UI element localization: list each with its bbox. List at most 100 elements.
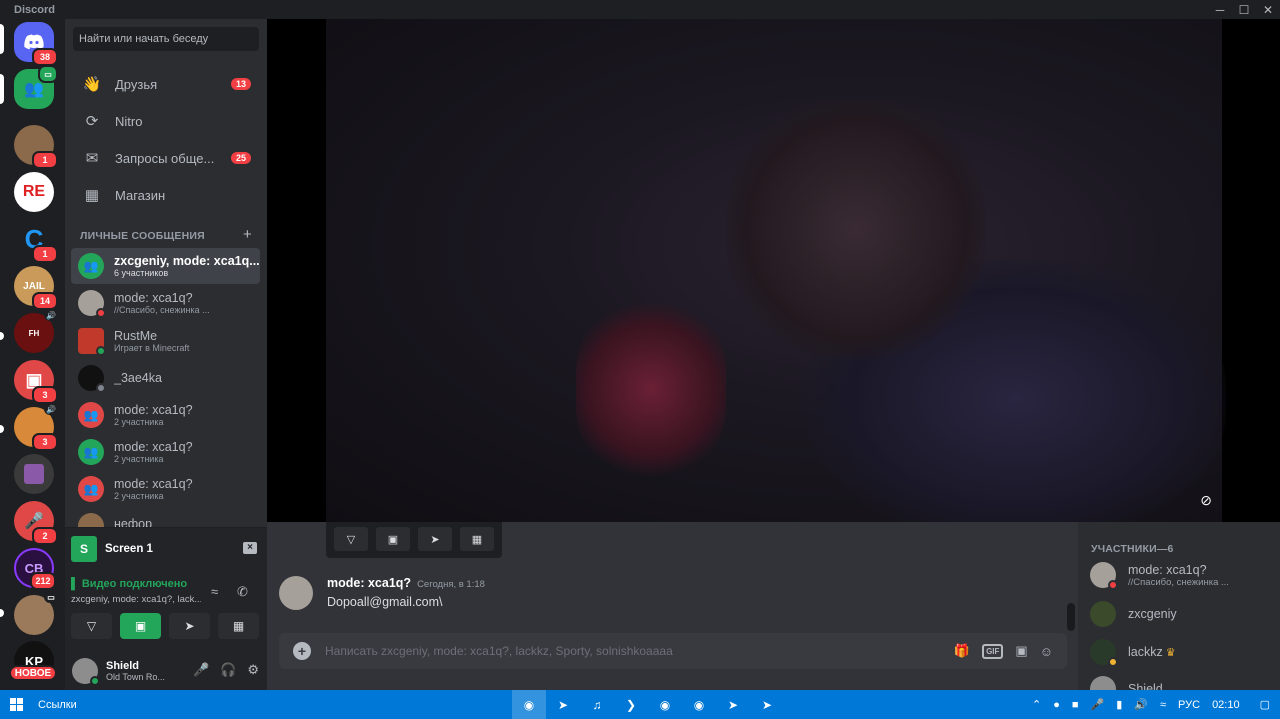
guild-anime-server[interactable]: 🔊 3: [14, 403, 58, 451]
dm-item[interactable]: нефор: [71, 509, 260, 527]
video-off-icon[interactable]: ⊘: [1200, 492, 1212, 509]
dm-item[interactable]: _3ae4ka: [71, 360, 260, 396]
member-item[interactable]: lackkz ♛: [1090, 639, 1270, 667]
guild-badge: 2: [32, 527, 58, 545]
dm-item[interactable]: 👥 mode: xca1q? 2 участника: [71, 397, 260, 433]
telegram-taskbar-icon[interactable]: ➤: [546, 690, 580, 719]
screen-share-button[interactable]: ▣: [376, 527, 410, 551]
dm-header: ЛИЧНЫЕ СООБЩЕНИЯ +: [80, 226, 252, 243]
member-item[interactable]: zxcgeniy: [1090, 601, 1270, 627]
noise-suppression-icon[interactable]: ≈: [211, 584, 218, 599]
soundboard-button[interactable]: ▦: [460, 527, 494, 551]
guild-cb-server[interactable]: CB 212: [14, 548, 56, 590]
nav-nitro[interactable]: ⟳ Nitro: [73, 104, 259, 138]
guild-label: RE: [22, 183, 46, 200]
selection-pill: [0, 24, 4, 54]
guild-fh-server[interactable]: FH 🔊: [14, 309, 58, 353]
dm-name: mode: xca1q?: [114, 403, 193, 417]
dm-item[interactable]: mode: xca1q?//Спасибо, снежинка ...: [71, 285, 260, 321]
guild-jail-server[interactable]: JAIL 14: [14, 266, 58, 310]
close-stream-button[interactable]: ×: [243, 542, 257, 554]
notifications-icon[interactable]: ▢: [1260, 698, 1270, 711]
guild-c-server[interactable]: C 1: [14, 219, 58, 263]
guild-bot-server[interactable]: ▣ 3: [14, 360, 58, 404]
dm-item[interactable]: 👥 zxcgeniy, mode: xca1q... 6 участников: [71, 248, 260, 284]
chevron-up-icon[interactable]: ⌃: [1032, 698, 1041, 711]
gif-button[interactable]: GIF: [982, 643, 1004, 659]
dm-item[interactable]: RustMe Играет в Minecraft: [71, 323, 260, 359]
links-toolbar[interactable]: Ссылки: [38, 699, 77, 711]
nav-shop[interactable]: ▦ Магазин: [73, 178, 259, 212]
avatar[interactable]: [279, 576, 313, 610]
taskbar: Ссылки ◉ ➤ ♫ ❯ ◉ ◉ ➤ ➤ ⌃ ● ■ 🎤 ▮ 🔊 ≈ РУС…: [0, 690, 1280, 719]
guild-badge: 212: [30, 572, 56, 590]
emoji-icon[interactable]: ☺: [1040, 644, 1053, 659]
network-icon[interactable]: ■: [1072, 699, 1079, 711]
start-button[interactable]: [0, 690, 32, 719]
dm-subtitle: Играет в Minecraft: [114, 343, 190, 353]
chrome-taskbar-icon[interactable]: ◉: [648, 690, 682, 719]
video-stream[interactable]: ⊘: [267, 19, 1280, 522]
guild-re-server[interactable]: RE: [14, 172, 54, 212]
app-taskbar-icon[interactable]: ◉: [682, 690, 716, 719]
nav-badge: 13: [230, 78, 251, 90]
disconnect-icon[interactable]: ✆: [237, 584, 248, 600]
nav-label: Nitro: [115, 113, 143, 129]
dm-item[interactable]: 👥 mode: xca1q? 2 участника: [71, 434, 260, 470]
message-author[interactable]: mode: xca1q?: [327, 576, 411, 590]
group-avatar-icon: 👥: [78, 402, 104, 428]
screen-share-icon: S: [71, 536, 97, 562]
telegram-taskbar-icon[interactable]: ➤: [716, 690, 750, 719]
guild-badge: 1: [32, 245, 58, 263]
soundboard-button[interactable]: ▦: [218, 613, 259, 639]
nav-friends[interactable]: 👋 Друзья 13: [73, 67, 259, 101]
activity-button[interactable]: ➤: [169, 613, 210, 639]
voice-panel: S Screen 1 × ▌ Видео подключено zxcgeniy…: [65, 527, 267, 690]
tiktok-taskbar-icon[interactable]: ♫: [580, 690, 614, 719]
search-input[interactable]: Найти или начать беседу: [73, 27, 259, 51]
sticker-icon[interactable]: ▣: [1015, 643, 1027, 659]
group-dm-button[interactable]: 👥 ▭: [14, 65, 58, 109]
language-indicator[interactable]: РУС: [1178, 699, 1200, 711]
microphone-icon[interactable]: 🎤: [1091, 698, 1105, 711]
volume-icon[interactable]: 🔊: [1134, 698, 1148, 711]
message-input[interactable]: + Написать zxcgeniy, mode: xca1q?, lackk…: [279, 633, 1067, 669]
minimize-icon[interactable]: ─: [1208, 0, 1232, 19]
guild-label: JAIL: [23, 280, 45, 292]
dm-item[interactable]: 👥 mode: xca1q? 2 участника: [71, 471, 260, 507]
avatar[interactable]: [72, 657, 100, 686]
terminal-taskbar-icon[interactable]: ❯: [614, 690, 648, 719]
microphone-icon[interactable]: 🎤: [193, 662, 209, 678]
guild-pixel-server[interactable]: [14, 454, 54, 494]
discord-taskbar-icon[interactable]: ◉: [512, 690, 546, 719]
clock[interactable]: 02:10: [1212, 699, 1240, 711]
gift-icon[interactable]: 🎁: [954, 643, 970, 659]
message-placeholder: Написать zxcgeniy, mode: xca1q?, lackkz,…: [325, 644, 673, 658]
nav-message-requests[interactable]: ✉ Запросы обще... 25: [73, 141, 259, 175]
guild-dog-server[interactable]: ▭: [14, 591, 58, 635]
guild-badge: 14: [32, 292, 58, 310]
member-item[interactable]: Shield: [1090, 676, 1270, 690]
stream-preview[interactable]: S Screen 1: [71, 536, 153, 562]
gear-icon[interactable]: ⚙: [247, 662, 259, 678]
app-taskbar-icon[interactable]: ➤: [750, 690, 784, 719]
add-attachment-icon[interactable]: +: [293, 642, 311, 660]
maximize-icon[interactable]: ☐: [1232, 0, 1256, 19]
headphones-icon[interactable]: 🎧: [220, 662, 236, 678]
camera-off-button[interactable]: ▽: [71, 613, 112, 639]
screen-share-button[interactable]: ▣: [120, 613, 161, 639]
tray-app-icon[interactable]: ●: [1053, 699, 1060, 711]
member-status: //Спасибо, снежинка ...: [1128, 576, 1229, 588]
member-item[interactable]: mode: xca1q?//Спасибо, снежинка ...: [1090, 562, 1270, 590]
wifi-icon[interactable]: ≈: [1160, 699, 1166, 711]
home-button[interactable]: 38: [14, 22, 58, 66]
guild-mic-server[interactable]: 🎤 2: [14, 501, 58, 545]
new-badge[interactable]: НОВОЕ: [9, 665, 57, 681]
close-icon[interactable]: ✕: [1256, 0, 1280, 19]
create-dm-button[interactable]: +: [243, 226, 252, 243]
activity-button[interactable]: ➤: [418, 527, 452, 551]
scrollbar[interactable]: [1067, 603, 1075, 631]
guild-cat-server[interactable]: 1: [14, 125, 58, 169]
battery-icon[interactable]: ▮: [1116, 698, 1122, 711]
camera-off-button[interactable]: ▽: [334, 527, 368, 551]
